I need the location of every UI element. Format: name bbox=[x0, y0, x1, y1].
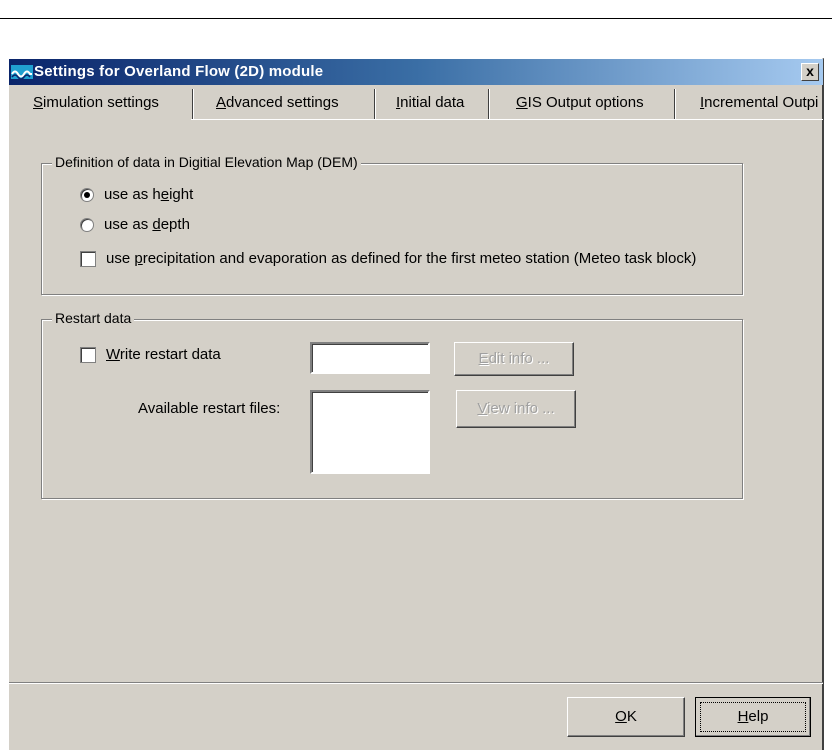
radio-use-as-depth[interactable]: use as depth bbox=[80, 216, 190, 233]
radio-button[interactable] bbox=[80, 187, 94, 202]
checkbox[interactable] bbox=[80, 250, 96, 267]
radio-button[interactable] bbox=[80, 217, 94, 232]
top-rule bbox=[0, 18, 832, 19]
view-info-button[interactable]: View info ... bbox=[456, 390, 576, 428]
restart-filename-input[interactable] bbox=[310, 342, 430, 374]
tab-label: GIS Output options bbox=[516, 94, 644, 111]
dem-group-label: Definition of data in Digitial Elevation… bbox=[52, 154, 361, 170]
tab-label: Initial data bbox=[396, 94, 465, 111]
button-label: OK bbox=[615, 708, 637, 725]
available-restart-files-label: Available restart files: bbox=[138, 400, 281, 417]
checkbox[interactable] bbox=[80, 346, 96, 363]
button-label: Edit info ... bbox=[478, 350, 550, 367]
checkbox-write-restart[interactable]: Write restart data bbox=[80, 346, 221, 363]
window-title: Settings for Overland Flow (2D) module bbox=[34, 63, 324, 80]
button-label: Help bbox=[737, 708, 769, 725]
help-button[interactable]: Help bbox=[695, 697, 811, 737]
edit-info-button[interactable]: Edit info ... bbox=[454, 342, 574, 376]
dem-groupbox: Definition of data in Digitial Elevation… bbox=[41, 154, 743, 295]
tab-label: Advanced settings bbox=[216, 94, 339, 111]
checkbox-label: use precipitation and evaporation as def… bbox=[106, 250, 697, 267]
checkbox-label: Write restart data bbox=[106, 346, 221, 363]
tab-underline bbox=[191, 119, 823, 120]
close-button[interactable]: x bbox=[801, 63, 819, 81]
tab-label: Incremental Outpi bbox=[700, 94, 819, 111]
radio-label: use as height bbox=[104, 186, 194, 203]
close-icon: x bbox=[806, 63, 814, 79]
radio-use-as-height[interactable]: use as height bbox=[80, 186, 193, 203]
available-restart-files-list[interactable] bbox=[310, 390, 430, 474]
module-app-icon bbox=[11, 65, 33, 79]
ok-button[interactable]: OK bbox=[567, 697, 685, 737]
checkbox-use-precipitation[interactable]: use precipitation and evaporation as def… bbox=[80, 250, 696, 267]
tab-strip: Simulation settings Advanced settings In… bbox=[17, 89, 823, 119]
tab-advanced-settings[interactable]: Advanced settings bbox=[193, 89, 373, 119]
restart-group-label: Restart data bbox=[52, 310, 135, 326]
title-bar[interactable]: Settings for Overland Flow (2D) module x bbox=[9, 59, 823, 85]
tab-gis-output-options[interactable]: GIS Output options bbox=[489, 89, 673, 119]
settings-dialog: Settings for Overland Flow (2D) module x… bbox=[8, 58, 824, 750]
tab-simulation-settings[interactable]: Simulation settings bbox=[17, 89, 191, 119]
footer-divider-highlight bbox=[9, 683, 823, 684]
tab-label: Simulation settings bbox=[33, 94, 159, 111]
restart-groupbox: Restart data Write restart data Edit inf… bbox=[41, 310, 743, 499]
button-label: View info ... bbox=[477, 400, 555, 417]
tab-incremental-output[interactable]: Incremental Outpi bbox=[675, 89, 823, 119]
radio-label: use as depth bbox=[104, 216, 190, 233]
tab-initial-data[interactable]: Initial data bbox=[375, 89, 487, 119]
